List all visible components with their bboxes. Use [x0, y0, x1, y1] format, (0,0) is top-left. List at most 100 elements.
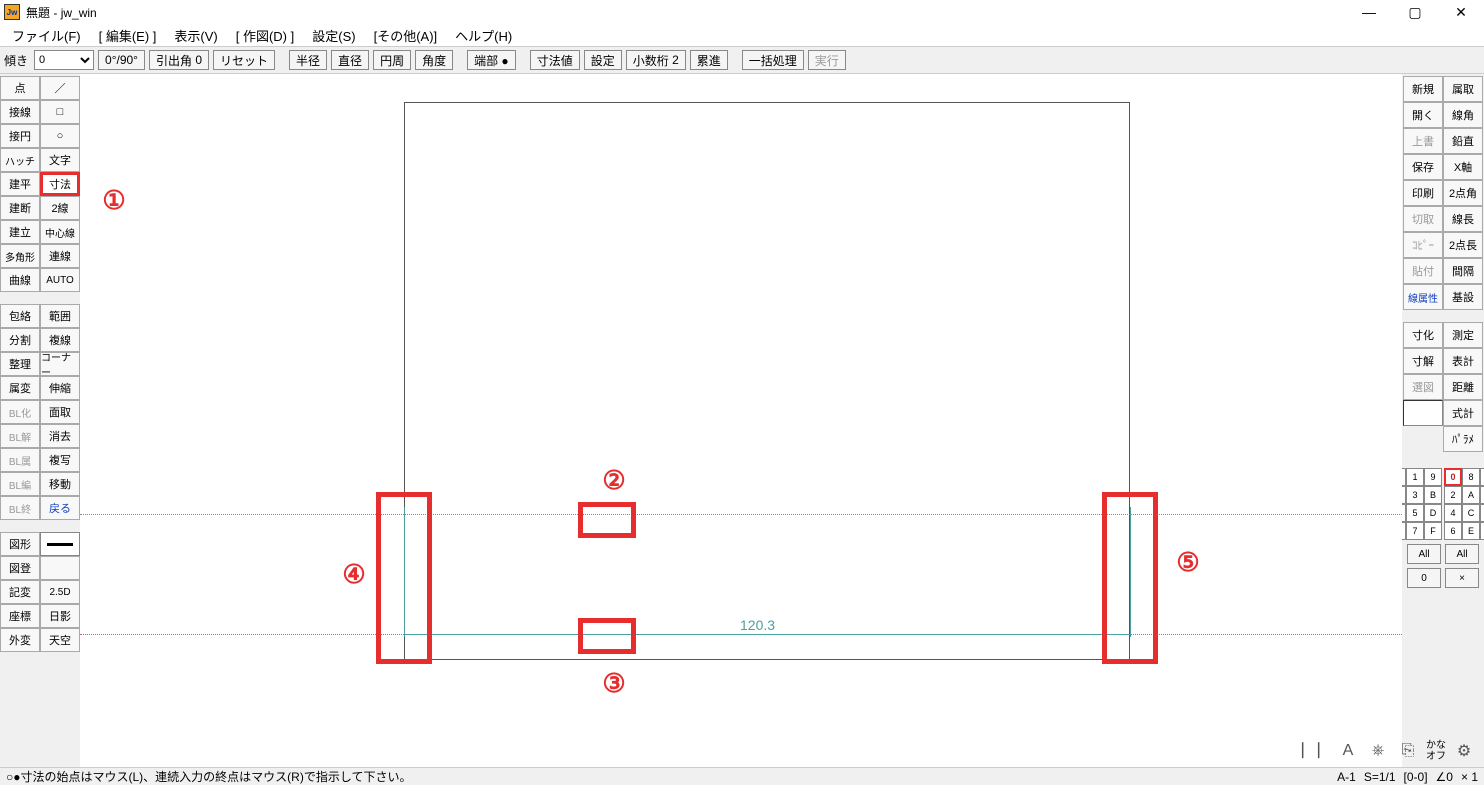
tool-point[interactable]: 点 [0, 76, 40, 100]
tool-coord[interactable]: 座標 [0, 604, 40, 628]
layer-5[interactable]: 5 [1406, 504, 1424, 522]
tray-font-icon[interactable]: A [1336, 739, 1360, 763]
tool-tangent-circle[interactable]: 接円 [0, 124, 40, 148]
layergrp-A[interactable]: A [1462, 486, 1480, 504]
layergrp-1[interactable]: 1 [1480, 468, 1484, 486]
layer-7[interactable]: 7 [1406, 522, 1424, 540]
slope-select[interactable]: 0 [34, 50, 94, 70]
menu-help[interactable]: ヘルプ(H) [447, 24, 520, 47]
tool-shadow[interactable]: 日影 [40, 604, 80, 628]
tool-divide[interactable]: 分割 [0, 328, 40, 352]
tool-range[interactable]: 範囲 [40, 304, 80, 328]
rtool-2ptlen[interactable]: 2点長 [1443, 232, 1483, 258]
rtool-new[interactable]: 新規 [1403, 76, 1443, 102]
rtool-interval[interactable]: 間隔 [1443, 258, 1483, 284]
tool-blockedit[interactable]: BL編 [0, 472, 40, 496]
leader-angle-button[interactable]: 引出角 0 [149, 50, 209, 70]
rtool-attrget[interactable]: 属取 [1443, 76, 1483, 102]
angle-button[interactable]: 角度 [415, 50, 453, 70]
tool-circle-icon[interactable]: ○ [40, 124, 80, 148]
tool-sky[interactable]: 天空 [40, 628, 80, 652]
maximize-button[interactable]: ▢ [1392, 0, 1438, 24]
tool-colorswatch[interactable] [40, 532, 80, 556]
layergrp-3[interactable]: 3 [1480, 486, 1484, 504]
rtool-vertical[interactable]: 鉛直 [1443, 128, 1483, 154]
tool-blockize[interactable]: BL化 [0, 400, 40, 424]
tool-text[interactable]: 文字 [40, 148, 80, 172]
tool-25d[interactable]: 2.5D [40, 580, 80, 604]
layer-9[interactable]: 9 [1424, 468, 1442, 486]
minimize-button[interactable]: — [1346, 0, 1392, 24]
rtool-measure[interactable]: 測定 [1443, 322, 1483, 348]
layergrp-6[interactable]: 6 [1444, 522, 1462, 540]
tool-auto[interactable]: AUTO [40, 268, 80, 292]
menu-view[interactable]: 表示(V) [166, 24, 225, 47]
layer-F[interactable]: F [1424, 522, 1442, 540]
tool-centerline[interactable]: 中心線 [40, 220, 80, 244]
tool-plan[interactable]: 建平 [0, 172, 40, 196]
diameter-button[interactable]: 直径 [331, 50, 369, 70]
menu-other[interactable]: [その他(A)] [366, 24, 446, 47]
tool-shapereg[interactable]: 図登 [0, 556, 40, 580]
layergrp-8[interactable]: 8 [1462, 468, 1480, 486]
tool-2line[interactable]: 2線 [40, 196, 80, 220]
batch-button[interactable]: 一括処理 [742, 50, 804, 70]
tool-move[interactable]: 移動 [40, 472, 80, 496]
reset-button[interactable]: リセット [213, 50, 275, 70]
layer-B[interactable]: B [1424, 486, 1442, 504]
tool-hatch[interactable]: ハッチ [0, 148, 40, 172]
tool-shape[interactable]: 図形 [0, 532, 40, 556]
close-button[interactable]: ✕ [1438, 0, 1484, 24]
tool-blockattr[interactable]: BL属 [0, 448, 40, 472]
tray-kana[interactable]: かなオフ [1426, 740, 1446, 762]
tool-external[interactable]: 外変 [0, 628, 40, 652]
menu-file[interactable]: ファイル(F) [4, 24, 89, 47]
tray-doc-icon[interactable]: ⎘ [1396, 739, 1420, 763]
rtool-cut[interactable]: 切取 [1403, 206, 1443, 232]
tool-dimension[interactable]: 寸法 [40, 172, 80, 196]
tool-blockexp[interactable]: BL解 [0, 424, 40, 448]
circumference-button[interactable]: 円周 [373, 50, 411, 70]
rtool-lineattr[interactable]: 線属性 [1403, 284, 1443, 310]
rtool-input[interactable] [1403, 400, 1443, 426]
rtool-distance[interactable]: 距離 [1443, 374, 1483, 400]
tool-undo[interactable]: 戻る [40, 496, 80, 520]
rtool-paste[interactable]: 貼付 [1403, 258, 1443, 284]
tool-chamfer[interactable]: 面取 [40, 400, 80, 424]
tool-line-icon[interactable]: ／ [40, 76, 80, 100]
rtool-print[interactable]: 印刷 [1403, 180, 1443, 206]
layer-all-left[interactable]: All [1407, 544, 1441, 564]
tool-erase[interactable]: 消去 [40, 424, 80, 448]
layer-3[interactable]: 3 [1406, 486, 1424, 504]
rtool-2ptangle[interactable]: 2点角 [1443, 180, 1483, 206]
execute-button[interactable]: 実行 [808, 50, 846, 70]
tool-symbolchange[interactable]: 記変 [0, 580, 40, 604]
cumulative-button[interactable]: 累進 [690, 50, 728, 70]
rtool-save[interactable]: 保存 [1403, 154, 1443, 180]
tool-enclose[interactable]: 包絡 [0, 304, 40, 328]
menu-draw[interactable]: [ 作図(D) ] [228, 24, 303, 47]
tool-blockend[interactable]: BL終 [0, 496, 40, 520]
rtool-formula[interactable]: 式計 [1443, 400, 1483, 426]
tray-gear-icon[interactable]: ⚙ [1452, 739, 1476, 763]
rtool-copy[interactable]: ｺﾋﾟｰ [1403, 232, 1443, 258]
rtool-open[interactable]: 開く [1403, 102, 1443, 128]
layergrp-2[interactable]: 2 [1444, 486, 1462, 504]
layergrp-7[interactable]: 7 [1480, 522, 1484, 540]
drawing-canvas[interactable]: 120.3 ① ② ③ ④ ⑤ [80, 74, 1402, 767]
menu-settings[interactable]: 設定(S) [304, 24, 363, 47]
tool-elevation[interactable]: 建立 [0, 220, 40, 244]
layergrp-4[interactable]: 4 [1444, 504, 1462, 522]
tool-rect-icon[interactable]: □ [40, 100, 80, 124]
rtool-linelen[interactable]: 線長 [1443, 206, 1483, 232]
rtool-basic-settings[interactable]: 基設 [1443, 284, 1483, 310]
tray-bar-icon[interactable]: ⎸⎸ [1306, 739, 1330, 763]
endpoint-button[interactable]: 端部 ● [467, 50, 516, 70]
tool-attrchange[interactable]: 属変 [0, 376, 40, 400]
tray-puzzle-icon[interactable]: ⎈ [1366, 739, 1390, 763]
layergrp-E[interactable]: E [1462, 522, 1480, 540]
tool-extend[interactable]: 伸縮 [40, 376, 80, 400]
tool-section[interactable]: 建断 [0, 196, 40, 220]
radius-button[interactable]: 半径 [289, 50, 327, 70]
tool-curve[interactable]: 曲線 [0, 268, 40, 292]
